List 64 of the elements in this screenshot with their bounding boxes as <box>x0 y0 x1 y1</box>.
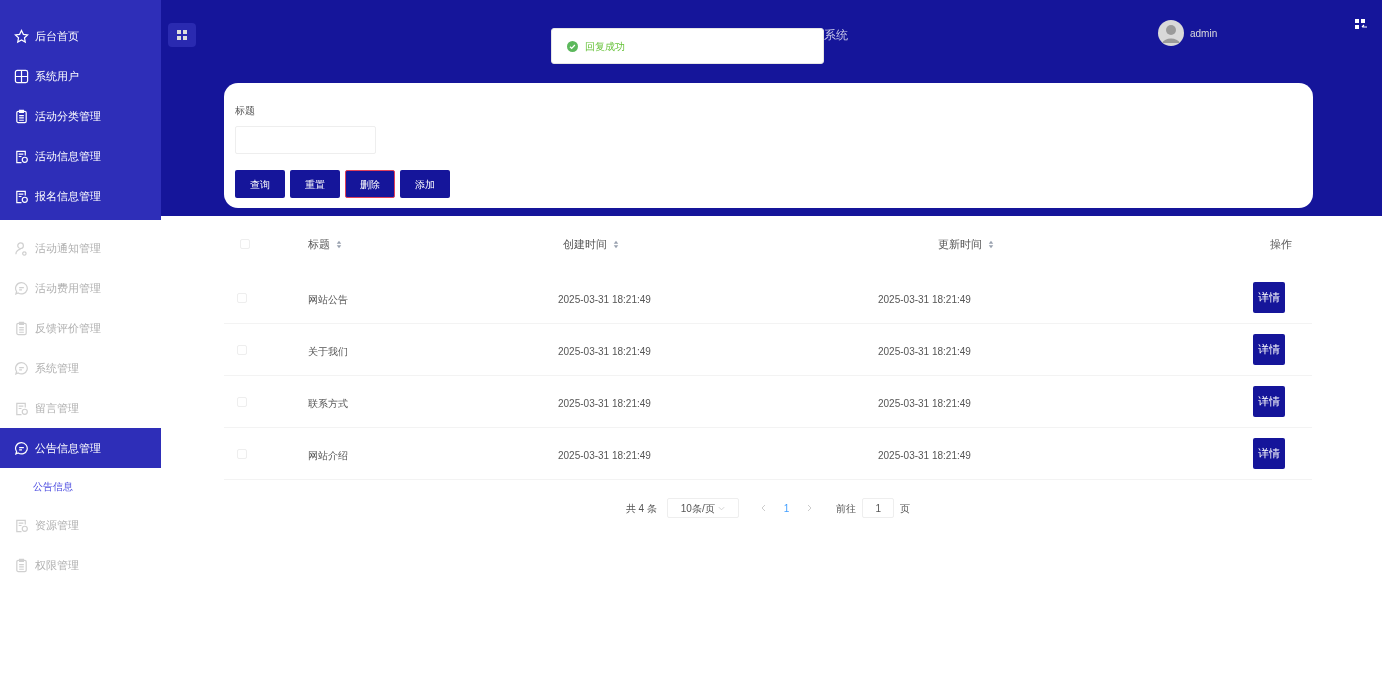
page-size-select[interactable]: 10条/页 <box>666 498 739 518</box>
success-icon <box>567 40 578 52</box>
user-name[interactable]: admin <box>1190 25 1218 41</box>
table-cell: 网站介绍 <box>308 449 348 461</box>
document-icon <box>14 517 29 533</box>
table-cell: 2025-03-31 18:21:49 <box>878 397 971 409</box>
table-cell: 2025-03-31 18:21:49 <box>558 345 651 357</box>
table-cell: 网站公告 <box>308 293 348 305</box>
next-page-icon[interactable] <box>807 504 813 512</box>
action-button[interactable]: 重置 <box>290 170 340 198</box>
detail-button[interactable]: 详情 <box>1253 282 1285 313</box>
table-cell: 2025-03-31 18:21:49 <box>558 449 651 461</box>
column-header[interactable]: 更新时间 <box>938 235 982 253</box>
chat-bubble-icon <box>14 360 29 376</box>
document-icon <box>14 148 29 164</box>
document-icon <box>14 188 29 204</box>
sidebar-item[interactable]: 报名信息管理 <box>0 176 161 216</box>
clipboard-icon <box>14 108 29 124</box>
sidebar-item[interactable]: 活动分类管理 <box>0 96 161 136</box>
detail-button[interactable]: 详情 <box>1253 438 1285 469</box>
table-cell: 2025-03-31 18:21:49 <box>558 293 651 305</box>
detail-button[interactable]: 详情 <box>1253 386 1285 417</box>
sidebar-item[interactable]: 系统用户 <box>0 56 161 96</box>
document-icon <box>14 400 29 416</box>
sort-icon[interactable] <box>336 239 342 249</box>
collapse-icon[interactable] <box>1355 19 1367 29</box>
chevron-down-icon <box>717 505 725 511</box>
user-icon <box>14 240 29 256</box>
avatar[interactable] <box>1158 20 1184 46</box>
sort-icon[interactable] <box>988 239 994 249</box>
grid-icon <box>177 30 187 40</box>
toast-message: 回复成功 <box>585 39 625 54</box>
star-icon <box>14 28 29 44</box>
page-suffix: 页 <box>900 501 911 516</box>
clipboard-icon <box>14 320 29 336</box>
clipboard-icon <box>14 557 29 573</box>
table-cell: 2025-03-31 18:21:49 <box>878 345 971 357</box>
action-button[interactable]: 添加 <box>400 170 450 198</box>
page-input-field[interactable]: 1 <box>862 498 895 518</box>
field-label: 标题 <box>235 104 256 118</box>
detail-button[interactable]: 详情 <box>1253 334 1285 365</box>
table-cell: 关于我们 <box>308 345 348 357</box>
chat-bubble-icon <box>14 440 29 456</box>
action-button[interactable]: 查询 <box>235 170 285 198</box>
sidebar-item[interactable]: 后台首页 <box>0 16 161 56</box>
menu-toggle-button[interactable] <box>168 23 196 47</box>
sidebar-subitem[interactable]: 公告信息 <box>0 468 161 505</box>
system-title: 系统 <box>824 27 848 44</box>
column-header[interactable]: 创建时间 <box>563 235 607 253</box>
total-count: 共 4 条 <box>625 501 657 516</box>
column-header: 操作 <box>1270 236 1292 252</box>
action-button[interactable]: 删除 <box>345 170 395 198</box>
table-cell: 2025-03-31 18:21:49 <box>878 293 971 305</box>
table-cell: 2025-03-31 18:21:49 <box>878 449 971 461</box>
table-cell: 2025-03-31 18:21:49 <box>558 397 651 409</box>
sort-icon[interactable] <box>613 239 619 249</box>
column-header[interactable]: 标题 <box>308 235 330 253</box>
previous-page-icon[interactable] <box>760 504 766 512</box>
sidebar-item[interactable]: 活动信息管理 <box>0 136 161 176</box>
table-cell: 联系方式 <box>308 397 348 409</box>
grid-icon <box>14 68 29 84</box>
chat-bubble-icon <box>14 280 29 296</box>
goto-label: 前往 <box>836 501 857 516</box>
sidebar-item[interactable]: 公告信息管理 <box>0 428 161 468</box>
